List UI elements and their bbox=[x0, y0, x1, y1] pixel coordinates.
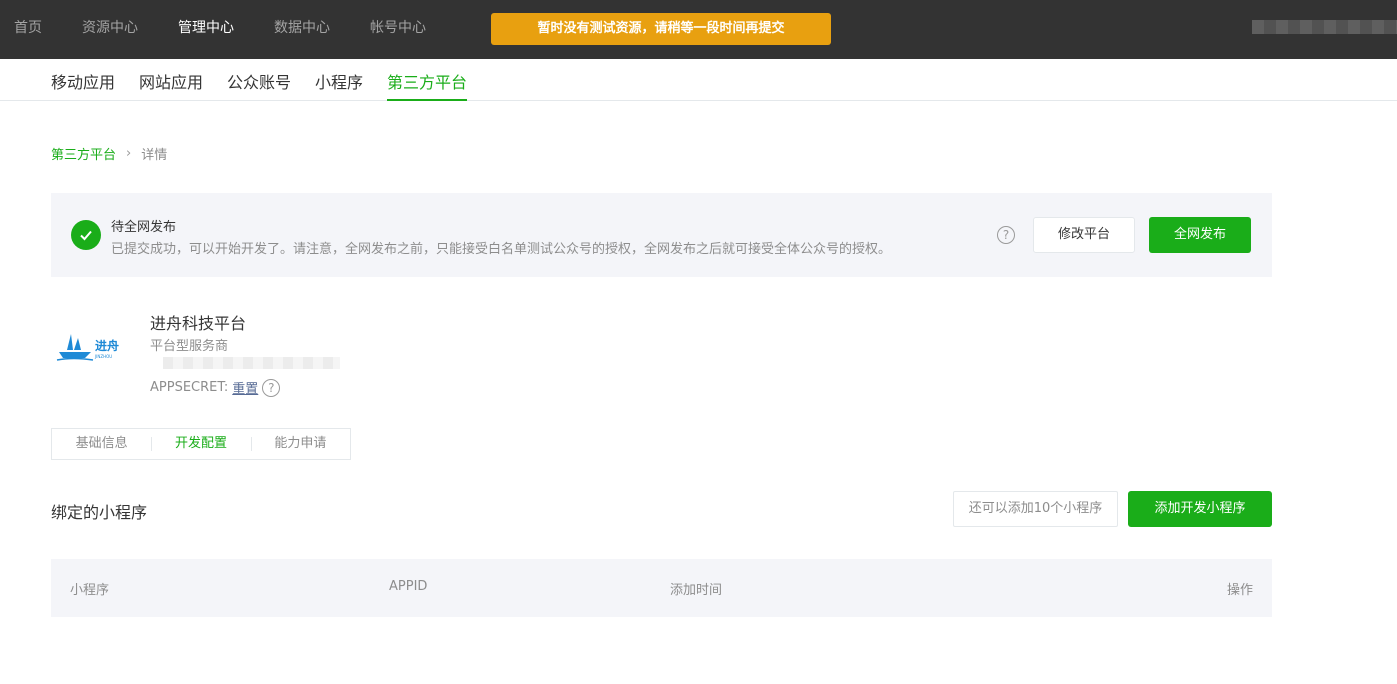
logo-subtext: JINZHOU bbox=[94, 354, 112, 359]
topnav-home[interactable]: 首页 bbox=[14, 17, 42, 37]
modify-platform-button[interactable]: 修改平台 bbox=[1033, 217, 1135, 253]
logo-text: 进舟 bbox=[95, 338, 119, 353]
breadcrumb-parent[interactable]: 第三方平台 bbox=[51, 144, 116, 163]
publish-button[interactable]: 全网发布 bbox=[1149, 217, 1251, 253]
table-header: 小程序 APPID 添加时间 操作 bbox=[51, 559, 1272, 617]
detail-tabs: 基础信息 开发配置 能力申请 bbox=[51, 428, 351, 460]
appsecret-label: APPSECRET: bbox=[150, 380, 229, 395]
top-bar: 首页 资源中心 管理中心 数据中心 帐号中心 暂时没有测试资源，请稍等一段时间再… bbox=[0, 0, 1397, 59]
sub-nav: 移动应用 网站应用 公众账号 小程序 第三方平台 bbox=[0, 59, 1397, 101]
tab-capability-apply[interactable]: 能力申请 bbox=[250, 429, 350, 459]
topnav-data[interactable]: 数据中心 bbox=[274, 17, 330, 37]
topnav-resources[interactable]: 资源中心 bbox=[82, 17, 138, 37]
topnav-management[interactable]: 管理中心 bbox=[178, 17, 234, 37]
tab-dev-config[interactable]: 开发配置 bbox=[151, 429, 250, 459]
column-header-miniprogram: 小程序 bbox=[70, 583, 110, 598]
help-icon[interactable]: ? bbox=[997, 226, 1015, 244]
add-miniprogram-button[interactable]: 添加开发小程序 bbox=[1128, 491, 1272, 527]
topnav-account[interactable]: 帐号中心 bbox=[370, 17, 426, 37]
check-circle-icon bbox=[71, 220, 101, 250]
status-panel: 待全网发布 已提交成功，可以开始开发了。请注意，全网发布之前，只能接受白名单测试… bbox=[51, 193, 1272, 277]
subnav-active-indicator bbox=[387, 99, 467, 101]
column-header-actions: 操作 bbox=[1226, 583, 1253, 598]
tab-basic-info[interactable]: 基础信息 bbox=[52, 429, 151, 459]
subnav-website-app[interactable]: 网站应用 bbox=[139, 69, 203, 93]
appid-blurred bbox=[163, 357, 340, 369]
breadcrumb-current: 详情 bbox=[141, 148, 168, 163]
status-title: 待全网发布 bbox=[111, 220, 177, 235]
platform-logo: 进舟 JINZHOU bbox=[55, 330, 127, 366]
user-account-blurred[interactable] bbox=[1252, 20, 1397, 34]
notice-banner: 暂时没有测试资源，请稍等一段时间再提交 bbox=[491, 13, 831, 45]
subnav-miniprogram[interactable]: 小程序 bbox=[315, 69, 363, 93]
subnav-official-account[interactable]: 公众账号 bbox=[227, 69, 291, 93]
reset-secret-link[interactable]: 重置 bbox=[232, 378, 258, 397]
help-icon[interactable]: ? bbox=[262, 378, 281, 397]
appsecret-row: APPSECRET: 重置 ? bbox=[150, 378, 281, 397]
subnav-third-party[interactable]: 第三方平台 bbox=[387, 69, 467, 93]
platform-type: 平台型服务商 bbox=[150, 339, 229, 354]
chevron-right-icon: › bbox=[126, 146, 132, 161]
subnav-mobile-app[interactable]: 移动应用 bbox=[51, 69, 115, 93]
section-title: 绑定的小程序 bbox=[51, 503, 148, 522]
breadcrumb: 第三方平台 › 详情 bbox=[51, 144, 167, 163]
platform-name: 进舟科技平台 bbox=[150, 314, 247, 333]
column-header-added-time: 添加时间 bbox=[670, 583, 723, 598]
status-description: 已提交成功，可以开始开发了。请注意，全网发布之前，只能接受白名单测试公众号的授权… bbox=[111, 242, 892, 257]
quota-indicator: 还可以添加10个小程序 bbox=[953, 491, 1118, 527]
column-header-appid: APPID bbox=[389, 579, 428, 594]
